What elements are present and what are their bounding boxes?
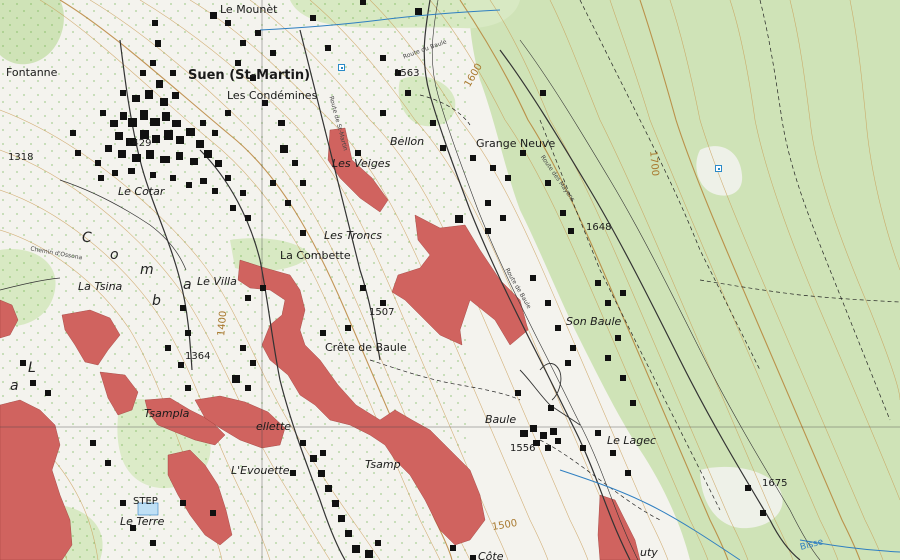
spot-height-1507: 1507 xyxy=(369,307,395,318)
region-letter: o xyxy=(110,247,120,263)
place-tsampla: Tsampla xyxy=(144,407,190,420)
place-le-terre: Le Terre xyxy=(120,515,165,528)
contour-label-1700: 1700 xyxy=(647,150,661,177)
region-letter: a xyxy=(10,378,20,394)
place-le-lagec: Le Lagec xyxy=(607,434,657,447)
place-cote: Côte xyxy=(478,550,504,560)
contour-label-1400: 1400 xyxy=(216,310,230,337)
spot-height-1556: 1556 xyxy=(510,443,536,454)
spot-height-1429: 1429 xyxy=(126,138,152,149)
place-l-evouette: L'Evouette xyxy=(231,464,290,477)
place-fontanne: Fontanne xyxy=(6,66,58,79)
place-la-combette: La Combette xyxy=(280,249,351,262)
info-square-icon[interactable] xyxy=(715,165,722,172)
topographic-map[interactable]: Suen (St-Martin) Le Mounèt Fontanne Les … xyxy=(0,0,900,560)
place-les-veiges: Les Veiges xyxy=(332,157,391,170)
spot-height-1563: 1563 xyxy=(394,68,420,79)
place-ellette: ellette xyxy=(256,420,292,433)
spot-height-1648: 1648 xyxy=(586,222,612,233)
place-les-troncs: Les Troncs xyxy=(324,229,382,242)
place-le-villa: Le Villa xyxy=(197,275,237,288)
place-son-baule: Son Baule xyxy=(566,315,622,328)
spot-height-1364: 1364 xyxy=(185,351,211,362)
region-letter: L xyxy=(28,360,37,376)
place-grange-neuve: Grange Neuve xyxy=(476,137,556,150)
region-letter: b xyxy=(152,293,162,309)
place-la-tsina: La Tsina xyxy=(78,280,123,293)
region-letter: a xyxy=(183,277,193,293)
place-tsamp: Tsamp xyxy=(365,458,401,471)
map-graphics xyxy=(0,0,900,560)
place-le-cotar: Le Cotar xyxy=(118,185,165,198)
place-suen: Suen (St-Martin) xyxy=(188,68,311,83)
region-letter: m xyxy=(140,262,155,278)
place-uty: uty xyxy=(640,546,658,559)
place-le-mounet: Le Mounèt xyxy=(220,3,278,16)
spot-height-1675: 1675 xyxy=(762,478,788,489)
place-crete-de-baule: Crête de Baule xyxy=(325,341,407,354)
place-step: STEP xyxy=(133,496,158,507)
place-bellon: Bellon xyxy=(390,135,425,148)
spot-height-1318: 1318 xyxy=(8,152,34,163)
info-square-icon[interactable] xyxy=(338,64,345,71)
place-baule: Baule xyxy=(485,413,517,426)
region-letter: C xyxy=(82,230,93,246)
place-les-condemines: Les Condémines xyxy=(227,89,318,102)
